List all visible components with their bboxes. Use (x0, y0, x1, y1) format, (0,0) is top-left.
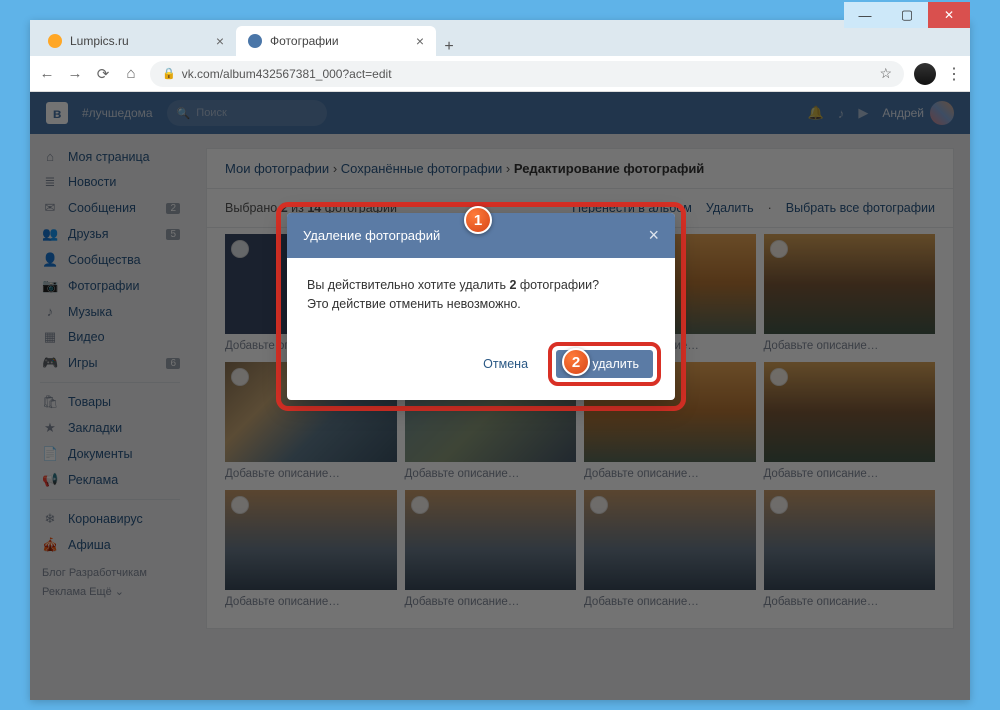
address-bar: ← → ⟳ ⌂ 🔒 vk.com/album432567381_000?act=… (30, 56, 970, 92)
favicon-icon (48, 34, 62, 48)
back-button[interactable]: ← (38, 65, 56, 82)
modal-title: Удаление фотографий (303, 228, 440, 243)
forward-button[interactable]: → (66, 65, 84, 82)
window-close[interactable]: ✕ (928, 2, 970, 28)
window-maximize[interactable]: ▢ (886, 2, 928, 28)
home-button[interactable]: ⌂ (122, 65, 140, 82)
url-text: vk.com/album432567381_000?act=edit (182, 67, 392, 81)
window-minimize[interactable]: — (844, 2, 886, 28)
modal-close-icon[interactable]: × (648, 225, 659, 246)
lock-icon: 🔒 (162, 67, 176, 80)
new-tab-button[interactable]: + (436, 38, 462, 56)
profile-avatar[interactable] (914, 63, 936, 85)
tab-strip: Lumpics.ru × Фотографии × + (30, 20, 970, 56)
tab-title: Фотографии (270, 34, 339, 48)
url-input[interactable]: 🔒 vk.com/album432567381_000?act=edit ☆ (150, 61, 904, 87)
tab-lumpics[interactable]: Lumpics.ru × (36, 26, 236, 56)
bookmark-star-icon[interactable]: ☆ (879, 65, 892, 82)
tab-title: Lumpics.ru (70, 34, 129, 48)
callout-2: 2 (562, 348, 590, 376)
tab-close-icon[interactable]: × (216, 33, 224, 49)
callout-1: 1 (464, 206, 492, 234)
modal-body: Вы действительно хотите удалить 2 фотогр… (287, 258, 675, 332)
tab-close-icon[interactable]: × (416, 33, 424, 49)
tab-vk-photos[interactable]: Фотографии × (236, 26, 436, 56)
reload-button[interactable]: ⟳ (94, 65, 112, 83)
browser-menu-icon[interactable]: ⋮ (946, 64, 962, 84)
delete-confirm-modal: Удаление фотографий × Вы действительно х… (287, 213, 675, 400)
favicon-icon (248, 34, 262, 48)
cancel-button[interactable]: Отмена (473, 351, 538, 377)
